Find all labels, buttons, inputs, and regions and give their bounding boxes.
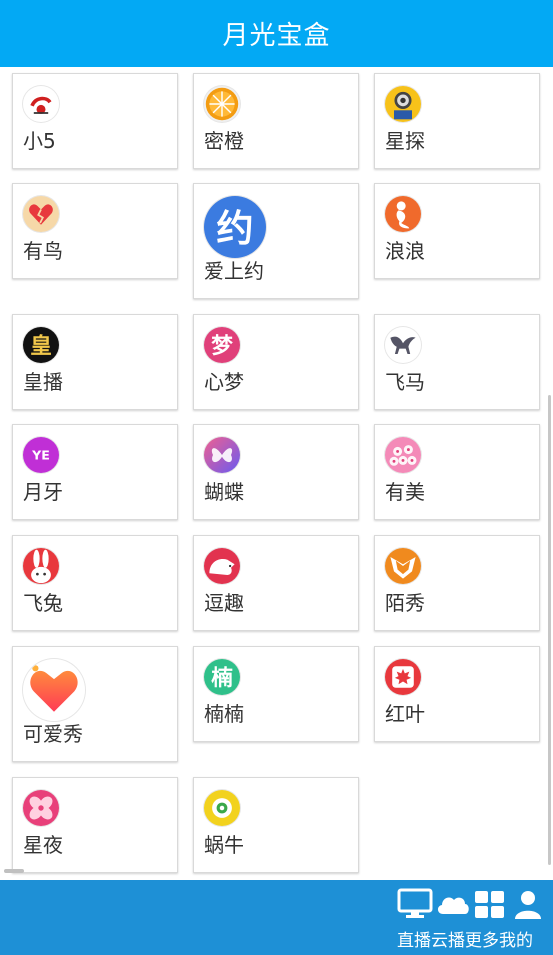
monitor-icon[interactable] [397,888,433,924]
app-card[interactable]: 有美 [374,424,540,520]
app-card[interactable]: 飞马 [374,314,540,410]
app-card[interactable]: 蝴蝶 [193,424,359,520]
xiao5-logo-icon [23,86,59,122]
snail-icon [204,790,240,826]
rabbit-icon [23,548,59,584]
bottom-nav: 直播 云播 更多 我的 [0,880,553,955]
app-label: 逗趣 [204,591,244,615]
app-card[interactable]: 陌秀 [374,535,540,631]
app-label: 星夜 [23,833,63,857]
app-card[interactable]: 红叶 [374,646,540,742]
app-label: 蝴蝶 [204,480,244,504]
yue-character-icon: 约 [204,196,266,258]
bottom-nav-group: 直播 云播 更多 我的 [397,888,547,951]
flower-logo-icon [23,790,59,826]
nav-label-more[interactable]: 更多 [465,926,499,951]
app-label: 飞马 [385,370,425,394]
app-label: 皇播 [23,370,63,394]
horizontal-scroll-indicator [4,869,24,873]
app-card[interactable]: 飞兔 [12,535,178,631]
nav-label-mine[interactable]: 我的 [499,926,533,951]
user-icon[interactable] [511,888,545,924]
app-label: 爱上约 [204,259,264,283]
app-card[interactable]: 密橙 [193,73,359,169]
butterfly-icon [204,437,240,473]
app-card[interactable]: 楠楠楠 [193,646,359,742]
huang-character-icon: 皇 [23,327,59,363]
app-label: 有美 [385,480,425,504]
orange-slice-icon [204,86,240,122]
app-label: 小5 [23,129,56,153]
svg-text:约: 约 [216,206,253,250]
app-label: 心梦 [204,370,244,394]
app-label: 浪浪 [385,239,425,263]
app-label: 月牙 [23,480,63,504]
svg-text:楠: 楠 [211,666,233,691]
heart-icon [23,659,85,721]
app-label: 有鸟 [23,239,63,263]
app-label: 蜗牛 [204,833,244,857]
svg-text:梦: 梦 [211,333,233,359]
app-label: 楠楠 [204,702,244,726]
page-title: 月光宝盒 [222,21,331,51]
pegasus-icon [385,327,421,363]
bottom-nav-icons [397,888,547,924]
vertical-scrollbar[interactable] [548,395,551,865]
app-card[interactable]: 星夜 [12,777,178,873]
ye-logo-icon: YE [23,437,59,473]
cloud-icon[interactable] [435,888,471,924]
app-label: 星探 [385,129,425,153]
svg-text:皇: 皇 [30,334,52,359]
app-card[interactable]: YE 月牙 [12,424,178,520]
app-label: 红叶 [385,702,425,726]
mermaid-icon [385,196,421,232]
app-label: 可爱秀 [23,722,83,746]
app-card[interactable]: 星探 [374,73,540,169]
app-label: 飞兔 [23,591,63,615]
app-card[interactable]: 逗趣 [193,535,359,631]
app-card[interactable]: 梦心梦 [193,314,359,410]
bottom-nav-labels: 直播 云播 更多 我的 [397,926,547,951]
broken-heart-icon [23,196,59,232]
app-label: 陌秀 [385,591,425,615]
app-card[interactable]: 约爱上约 [193,183,359,299]
app-grid: 小5 密橙 星探 有鸟约爱上约 浪浪皇皇播梦心梦 飞马 YE 月牙 蝴蝶 有美 飞兔 逗趣 陌秀 可爱秀楠… [0,67,553,880]
title-bar: 月光宝盒 [0,0,553,67]
minion-icon [385,86,421,122]
blossom-icon [385,437,421,473]
nav-label-live[interactable]: 直播 [397,926,431,951]
app-card[interactable]: 蜗牛 [193,777,359,873]
nan-character-icon: 楠 [204,659,240,695]
hedgehog-icon [204,548,240,584]
app-card[interactable]: 可爱秀 [12,646,178,762]
app-card[interactable]: 皇皇播 [12,314,178,410]
fox-icon [385,548,421,584]
nav-label-cloud[interactable]: 云播 [431,926,465,951]
app-label: 密橙 [204,129,244,153]
svg-text:YE: YE [31,448,50,463]
app-card[interactable]: 有鸟 [12,183,178,279]
app-card[interactable]: 小5 [12,73,178,169]
grid-icon[interactable] [473,888,507,924]
maple-leaf-icon [385,659,421,695]
app-card[interactable]: 浪浪 [374,183,540,279]
meng-character-icon: 梦 [204,327,240,363]
